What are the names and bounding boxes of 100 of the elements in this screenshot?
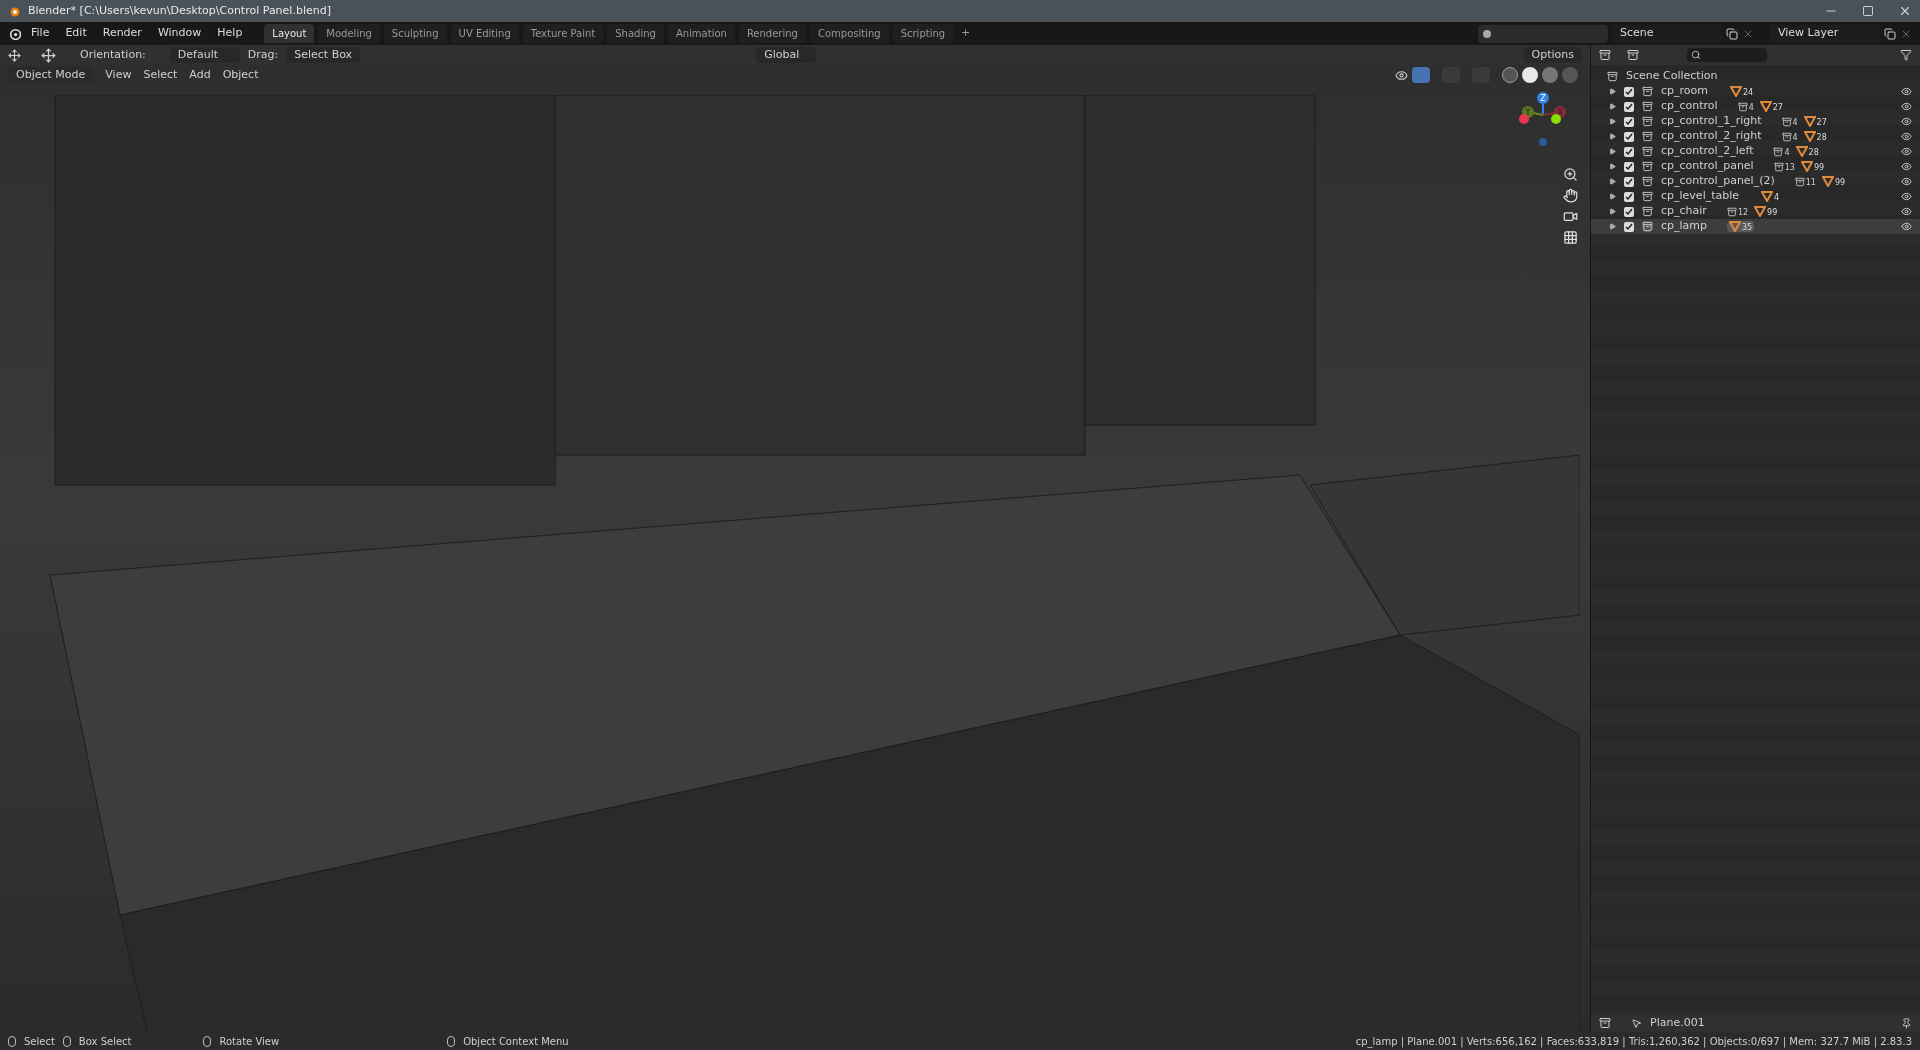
viewport-menu-item[interactable]: Object <box>222 66 259 84</box>
exclude-checkbox[interactable] <box>1624 221 1634 232</box>
move-icon[interactable] <box>41 47 56 63</box>
outliner-row[interactable]: cp_room 24 <box>1591 84 1920 99</box>
workspace-tab[interactable]: Compositing <box>809 24 889 43</box>
expand-arrow-icon[interactable] <box>1609 88 1616 95</box>
outliner-row[interactable]: cp_level_table 4 <box>1591 189 1920 204</box>
status-hint: Box Select <box>78 1034 132 1049</box>
viewport-menu-item[interactable]: View <box>105 66 132 84</box>
viewport-menu-item[interactable]: Select <box>143 66 178 84</box>
transform-icon[interactable] <box>8 48 21 62</box>
exclude-checkbox[interactable] <box>1624 131 1634 142</box>
exclude-checkbox[interactable] <box>1624 191 1634 202</box>
drag-dropdown[interactable]: Select Box <box>286 46 361 64</box>
mouse-icon <box>447 1035 456 1047</box>
gizmo-toggle-button[interactable] <box>1412 67 1430 83</box>
pan-hand-icon[interactable] <box>1563 188 1578 203</box>
camera-icon[interactable] <box>1563 209 1578 224</box>
visibility-icon[interactable] <box>1901 116 1912 127</box>
visibility-icon[interactable] <box>1901 206 1912 217</box>
expand-arrow-icon[interactable] <box>1609 148 1616 155</box>
outliner-row[interactable]: cp_control_2_left 4 28 <box>1591 144 1920 159</box>
menu-item[interactable]: Edit <box>59 25 93 42</box>
outliner-row[interactable]: cp_control_1_right 4 27 <box>1591 114 1920 129</box>
filter-icon[interactable] <box>1900 49 1912 61</box>
view-layer-field[interactable]: View Layer <box>1770 24 1880 43</box>
mode-dropdown[interactable]: Object Mode <box>8 66 94 84</box>
status-hint: Rotate View <box>219 1034 280 1049</box>
outliner-row[interactable]: cp_control_2_right 4 28 <box>1591 129 1920 144</box>
workspace-tab[interactable]: Texture Paint <box>522 24 604 43</box>
expand-arrow-icon[interactable] <box>1609 208 1616 215</box>
expand-arrow-icon[interactable] <box>1609 163 1616 170</box>
transform-orientation-dropdown[interactable]: Global <box>756 46 817 64</box>
visibility-icon[interactable] <box>1901 161 1912 172</box>
visibility-icon[interactable] <box>1901 191 1912 202</box>
visibility-icon[interactable] <box>1901 146 1912 157</box>
copy-icon[interactable] <box>1884 27 1896 40</box>
child-collection-badge: 11 <box>1794 176 1816 187</box>
collection-icon <box>1642 221 1653 232</box>
close-icon[interactable] <box>1898 4 1912 18</box>
wireframe-shading-button[interactable] <box>1502 67 1518 83</box>
workspace-tab[interactable]: Sculpting <box>383 24 447 43</box>
scene-selector[interactable] <box>1478 24 1608 43</box>
expand-arrow-icon[interactable] <box>1609 193 1616 200</box>
outliner-row[interactable]: cp_control 4 27 <box>1591 99 1920 114</box>
orientation-dropdown[interactable]: Default <box>169 46 240 64</box>
exclude-checkbox[interactable] <box>1624 101 1634 112</box>
copy-icon[interactable] <box>1726 27 1738 40</box>
exclude-checkbox[interactable] <box>1624 146 1634 157</box>
exclude-checkbox[interactable] <box>1624 206 1634 217</box>
pin-icon[interactable] <box>1901 1017 1912 1029</box>
workspace-tab[interactable]: Rendering <box>738 24 806 43</box>
orientation-label: Orientation: <box>80 46 146 63</box>
menu-item[interactable]: Help <box>211 25 249 42</box>
exclude-checkbox[interactable] <box>1624 116 1634 127</box>
blender-logo-icon[interactable] <box>8 27 21 40</box>
outliner-row[interactable]: cp_control_panel_(2) 11 99 <box>1591 174 1920 189</box>
visibility-icon[interactable] <box>1901 221 1912 232</box>
collection-icon <box>1642 191 1653 202</box>
exclude-checkbox[interactable] <box>1624 86 1634 97</box>
exclude-checkbox[interactable] <box>1624 161 1634 172</box>
visibility-icon[interactable] <box>1901 176 1912 187</box>
object-icon <box>1631 1017 1642 1029</box>
collection-icon <box>1642 131 1653 142</box>
expand-arrow-icon[interactable] <box>1609 103 1616 110</box>
collection-icon <box>1642 146 1653 157</box>
expand-arrow-icon[interactable] <box>1609 223 1616 230</box>
exclude-checkbox[interactable] <box>1624 176 1634 187</box>
scene-field[interactable]: Scene <box>1612 24 1722 43</box>
expand-arrow-icon[interactable] <box>1609 133 1616 140</box>
workspace-tab[interactable]: UV Editing <box>450 24 519 43</box>
maximize-icon[interactable] <box>1862 5 1874 17</box>
viewport-menu-item[interactable]: Add <box>189 66 211 84</box>
solid-shading-button[interactable] <box>1522 67 1538 83</box>
outliner-row[interactable]: cp_chair 12 99 <box>1591 204 1920 219</box>
workspace-tab[interactable]: Scripting <box>892 24 954 43</box>
visibility-icon[interactable] <box>1901 86 1912 97</box>
visibility-icon[interactable] <box>1395 68 1408 82</box>
add-workspace-button[interactable]: + <box>957 25 975 42</box>
grid-icon[interactable] <box>1563 230 1578 245</box>
child-collection-badge: 4 <box>1773 146 1790 157</box>
menu-item[interactable]: Window <box>151 25 208 42</box>
menu-item[interactable]: Render <box>96 25 148 42</box>
visibility-icon[interactable] <box>1901 131 1912 142</box>
menu-item[interactable]: File <box>25 25 56 42</box>
workspace-tab[interactable]: Animation <box>667 24 735 43</box>
expand-arrow-icon[interactable] <box>1609 178 1616 185</box>
workspace-tab[interactable]: Shading <box>607 24 664 43</box>
collection-name: cp_control_1_right <box>1661 113 1762 130</box>
workspace-tab[interactable]: Modeling <box>318 24 380 43</box>
outliner-row[interactable]: cp_control_panel 13 99 <box>1591 159 1920 174</box>
outliner-row[interactable]: cp_lamp 35 <box>1591 219 1920 234</box>
zoom-icon[interactable] <box>1563 167 1578 182</box>
mesh-count-badge: 99 <box>1752 206 1780 217</box>
expand-arrow-icon[interactable] <box>1609 118 1616 125</box>
mesh-count-badge: 27 <box>1757 101 1785 112</box>
options-dropdown[interactable]: Options <box>1523 46 1582 64</box>
outliner-search-field[interactable] <box>1687 48 1767 62</box>
workspace-tab[interactable]: Layout <box>264 24 315 43</box>
visibility-icon[interactable] <box>1901 101 1912 112</box>
